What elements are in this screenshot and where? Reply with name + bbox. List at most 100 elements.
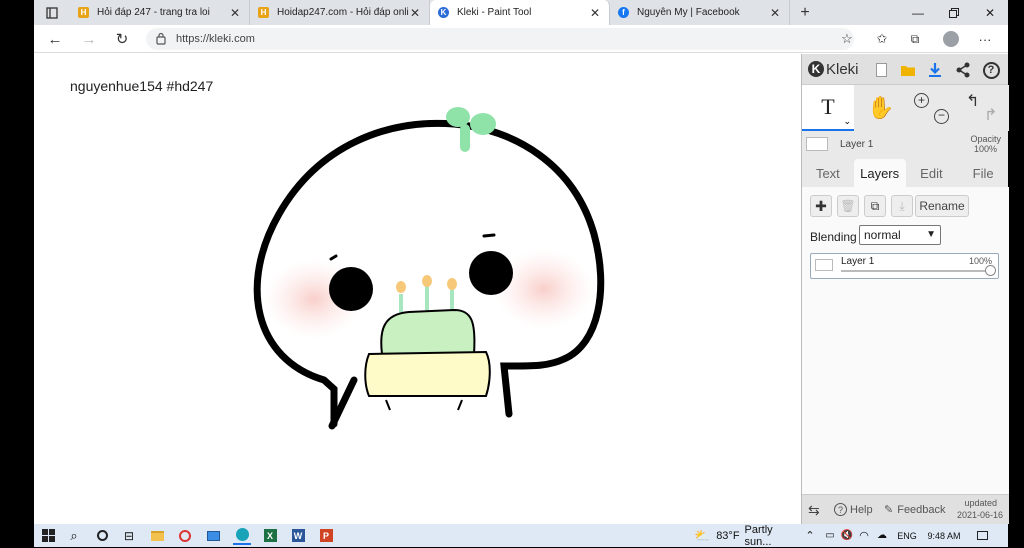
address-bar[interactable]: https://kleki.com (146, 28, 854, 50)
profile-button[interactable] (940, 29, 962, 49)
swap-sides-icon[interactable]: ⇆ (808, 502, 820, 519)
new-tab-button[interactable]: + (790, 0, 820, 25)
weather-widget[interactable]: ⛅ 83°F Partly sun... (694, 523, 800, 548)
tab-hoidap-2[interactable]: H Hoidap247.com - Hỏi đáp online ✕ (250, 0, 430, 25)
pencil-icon: ✎ (884, 504, 894, 516)
app-icon (179, 529, 191, 542)
favorite-star-button[interactable]: ☆ (836, 29, 858, 49)
merge-down-icon: ⤓ (899, 198, 905, 213)
notifications-button[interactable] (975, 526, 989, 545)
weather-text: Partly sun... (744, 523, 773, 548)
tab-facebook[interactable]: f Nguyễn My | Facebook ✕ (610, 0, 790, 25)
battery-tray-button[interactable]: ▭ (823, 526, 837, 545)
restore-button[interactable] (936, 0, 972, 25)
powerpoint-button[interactable]: P (318, 526, 334, 545)
file-explorer-button[interactable] (149, 526, 165, 545)
drawing-canvas[interactable]: nguyenhue154 #hd247 (34, 54, 801, 524)
tab-actions-button[interactable] (34, 0, 70, 25)
tab-kleki[interactable]: K Kleki - Paint Tool ✕ (430, 0, 610, 25)
feedback-link[interactable]: ✎ Feedback (884, 503, 946, 517)
close-window-button[interactable]: ✕ (972, 0, 1008, 25)
excel-button[interactable]: X (262, 526, 278, 545)
edge-icon (235, 528, 249, 541)
layer-thumbnail (806, 137, 828, 151)
duplicate-icon: ⧉ (870, 198, 880, 213)
open-file-button[interactable] (897, 59, 919, 81)
close-icon[interactable]: ✕ (769, 6, 781, 20)
favorites-button[interactable]: ✩ (871, 29, 893, 49)
lock-icon (156, 32, 166, 45)
clock[interactable]: 9:48 AM (924, 526, 964, 545)
start-button[interactable] (40, 526, 56, 545)
merge-layer-button[interactable]: ⤓ (891, 195, 913, 217)
minimize-button[interactable]: — (900, 0, 936, 25)
word-button[interactable]: W (290, 526, 306, 545)
start-icon (41, 529, 55, 542)
rename-button[interactable]: Rename (915, 195, 969, 217)
browser-window: H Hỏi đáp 247 - trang tra loi ✕ H Hoidap… (34, 0, 1009, 524)
help-button[interactable]: ? (980, 59, 1002, 81)
add-layer-button[interactable]: ✚ (810, 195, 832, 217)
volume-tray-button[interactable]: 🔇 (840, 526, 854, 545)
tab-layers[interactable]: Layers (853, 159, 906, 187)
panel-footer: ⇆ ? Help ✎ Feedback updated 2021-06-16 (802, 494, 1009, 524)
monitor-app-button[interactable] (205, 526, 221, 545)
hand-tool-button[interactable]: ✋ (856, 85, 906, 131)
chevron-down-icon: ▼ (926, 229, 936, 240)
facebook-favicon: f (618, 7, 629, 18)
tab-hoidap-1[interactable]: H Hỏi đáp 247 - trang tra loi ✕ (70, 0, 250, 25)
feedback-label: Feedback (897, 503, 946, 516)
close-icon[interactable]: ✕ (229, 6, 241, 20)
tab-text[interactable]: Text (802, 159, 854, 187)
onedrive-tray-button[interactable]: ☁ (875, 526, 889, 545)
show-hidden-icons-button[interactable]: ⌃ (804, 526, 816, 545)
language-indicator[interactable]: ENG (894, 526, 920, 545)
blending-select[interactable]: normal ▼ (859, 225, 941, 245)
zoom-in-icon[interactable]: + (914, 93, 929, 108)
network-tray-button[interactable]: ◠ (857, 526, 871, 545)
close-icon[interactable]: ✕ (409, 6, 421, 20)
blending-label: Blending (810, 230, 857, 244)
kleki-header: K Kleki ? (802, 54, 1008, 85)
back-button[interactable]: ← (44, 29, 66, 49)
layer-list-item[interactable]: Layer 1 100% (810, 253, 999, 279)
redo-icon[interactable]: ↱ (984, 105, 997, 125)
forward-button[interactable]: → (78, 29, 100, 49)
task-view-button[interactable]: ⊟ (121, 526, 137, 545)
text-tool-button[interactable]: T ⌄ (802, 85, 854, 131)
share-button[interactable] (952, 59, 974, 81)
undo-icon[interactable]: ↰ (966, 91, 979, 111)
cortana-button[interactable] (94, 526, 110, 545)
share-icon (956, 62, 970, 78)
app-button[interactable] (177, 526, 193, 545)
zoom-buttons: + − (908, 85, 956, 131)
search-icon: ⌕ (70, 527, 78, 543)
new-image-button[interactable] (870, 59, 892, 81)
tab-edit[interactable]: Edit (906, 159, 958, 187)
more-menu-button[interactable]: ··· (974, 29, 996, 49)
tab-file[interactable]: File (957, 159, 1009, 187)
opacity-slider-handle[interactable] (985, 265, 996, 276)
help-link[interactable]: ? Help (834, 503, 873, 516)
opacity-value: 100% (973, 144, 997, 154)
trash-icon: 🗑 (840, 199, 856, 213)
zoom-out-icon[interactable]: − (934, 109, 949, 124)
cartoon-drawing (253, 107, 605, 430)
text-tool-icon: T (821, 94, 835, 119)
search-button[interactable]: ⌕ (66, 526, 82, 545)
collections-button[interactable]: ⧉ (904, 29, 926, 49)
close-icon[interactable]: ✕ (589, 6, 601, 20)
save-button[interactable] (924, 59, 946, 81)
delete-layer-button[interactable]: 🗑 (837, 195, 859, 217)
edge-taskbar-button[interactable] (233, 526, 251, 545)
opacity-slider-track[interactable] (841, 270, 991, 272)
star-add-icon: ☆ (841, 31, 853, 46)
more-dots-icon: ··· (978, 31, 992, 47)
kleki-side-panel: K Kleki ? T ⌄ ✋ + − ↰ ↱ Layer 1 Opacity … (801, 54, 1009, 524)
cake-bottom-tier (364, 350, 491, 397)
duplicate-layer-button[interactable]: ⧉ (864, 195, 886, 217)
tab-actions-icon (46, 6, 58, 19)
refresh-button[interactable]: ↻ (111, 29, 133, 49)
updated-label: updated (964, 498, 997, 508)
kleki-logo[interactable]: K Kleki (808, 61, 859, 78)
